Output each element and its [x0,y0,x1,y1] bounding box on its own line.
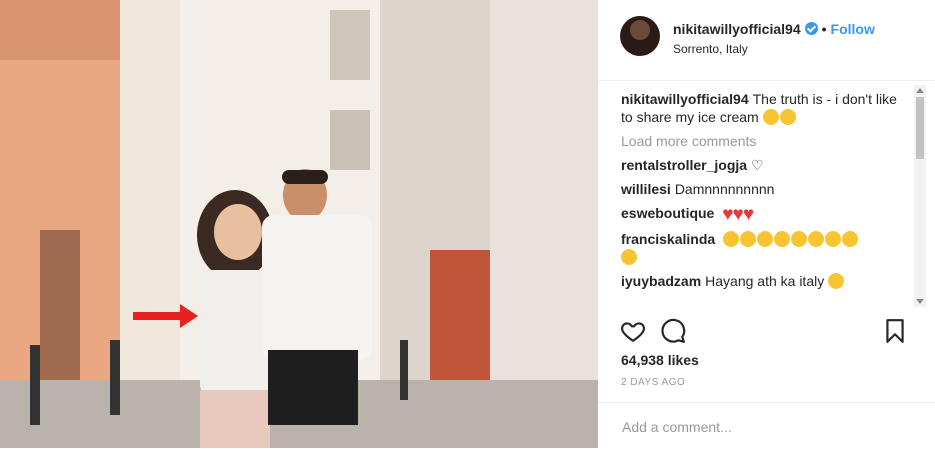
comment-item: franciskalinda [621,230,906,266]
hushed-face-emoji-icon [762,109,779,125]
heart-eyes-emoji-icon [621,249,637,265]
load-more-comments-button[interactable]: Load more comments [621,132,906,150]
comment-username[interactable]: esweboutique [621,205,714,221]
red-heart-emoji-icon: ♥ [742,204,755,225]
follow-button[interactable]: Follow [831,21,875,37]
heart-eyes-emoji-icon [740,231,757,247]
comment-icon[interactable] [660,318,686,344]
bookmark-icon[interactable] [882,318,908,344]
post-timestamp[interactable]: 2 DAYS AGO [621,377,685,388]
caption: nikitawillyofficial94 The truth is - i do… [621,90,906,126]
username-row: nikitawillyofficial94 • Follow [673,21,875,37]
scroll-up-arrow-icon[interactable] [916,88,924,93]
heart-icon[interactable] [620,318,646,344]
comment-text: Hayang ath ka italy [705,273,825,289]
separator-dot: • [821,21,827,37]
heart-eyes-emoji-icon [842,231,859,247]
comment-text: ♡ [751,157,764,173]
comment-item: rentalstroller_jogja ♡ [621,156,906,174]
heart-eyes-emoji-icon [774,231,791,247]
location-link[interactable]: Sorrento, Italy [673,42,748,56]
red-heart-emoji-icon: ♥ [722,204,734,225]
comment-input[interactable] [620,415,884,439]
comments-list[interactable]: nikitawillyofficial94 The truth is - i do… [621,90,906,310]
username-link[interactable]: nikitawillyofficial94 [673,21,801,37]
caption-username[interactable]: nikitawillyofficial94 [621,91,749,107]
add-comment-bar [598,402,935,449]
comment-item: willilesi Damnnnnnnnnn [621,180,906,198]
heart-eyes-emoji-icon [791,231,808,247]
scrollbar-thumb[interactable] [916,97,924,159]
avatar[interactable] [620,16,660,56]
comment-username[interactable]: iyuybadzam [621,273,701,289]
heart-eyes-emoji-icon [808,231,825,247]
action-bar [620,318,910,346]
verified-badge-icon [804,22,818,35]
heart-eyes-emoji-icon [825,231,842,247]
grinning-sweat-emoji-icon [828,273,845,289]
comment-item: iyuybadzam Hayang ath ka italy [621,272,906,290]
likes-count[interactable]: 64,938 likes [621,352,699,368]
scroll-down-arrow-icon[interactable] [916,299,924,304]
post-panel: nikitawillyofficial94 • Follow Sorrento, I… [598,0,935,448]
heart-eyes-emoji-icon [757,231,774,247]
hushed-face-emoji-icon [779,109,796,125]
comment-username[interactable]: rentalstroller_jogja [621,157,747,173]
post-header: nikitawillyofficial94 • Follow Sorrento, I… [598,0,935,81]
post-photo[interactable] [0,0,598,448]
heart-eyes-emoji-icon [723,231,740,247]
comment-username[interactable]: franciskalinda [621,231,715,247]
comments-scrollbar[interactable] [914,85,926,307]
comment-text: Damnnnnnnnnn [674,181,775,197]
comment-item: esweboutique ♥♥♥ [621,204,906,224]
comment-username[interactable]: willilesi [621,181,671,197]
